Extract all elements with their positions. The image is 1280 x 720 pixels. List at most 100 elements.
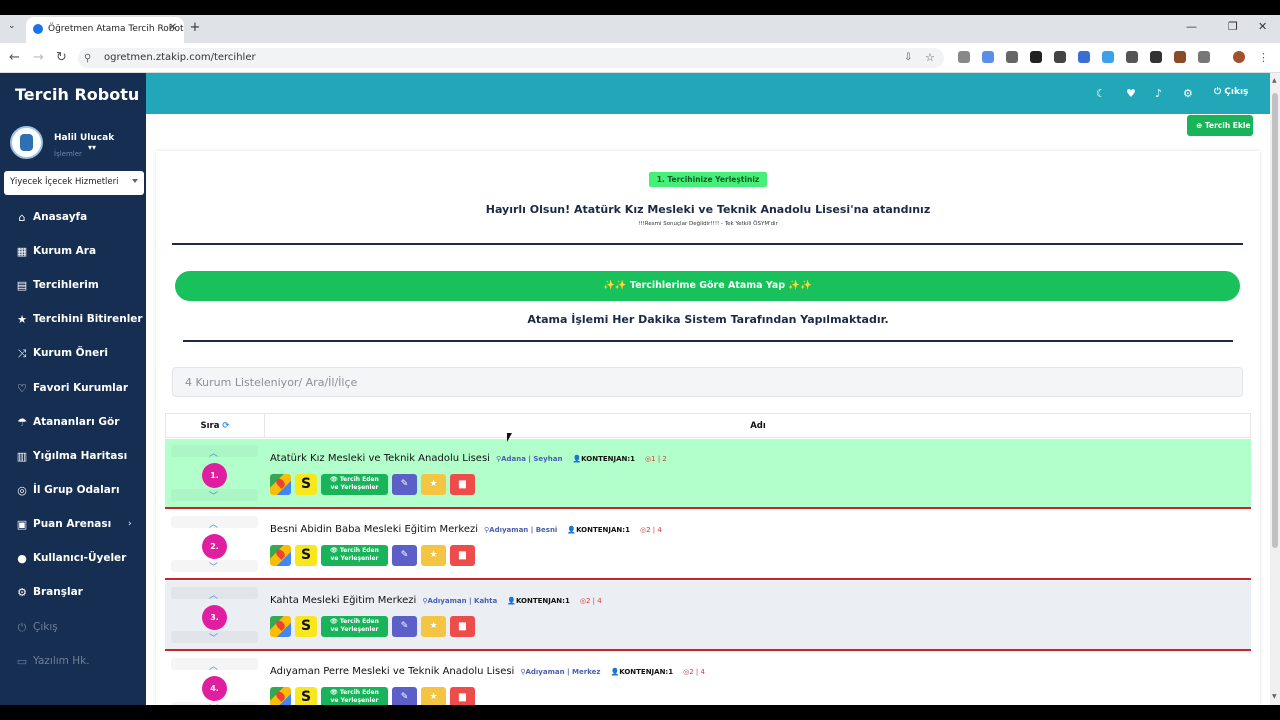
forward-icon[interactable]: →: [33, 50, 44, 65]
delete-button[interactable]: ▆: [450, 545, 475, 566]
sidebar-item-tercihini-bitirenler[interactable]: ★ Tercihini Bitirenler: [0, 306, 146, 336]
move-down-icon[interactable]: ﹀: [209, 489, 218, 502]
new-tab-icon[interactable]: +: [188, 21, 202, 35]
gear-icon[interactable]: ⚙: [1183, 87, 1193, 100]
heart-icon[interactable]: ♥: [1126, 87, 1136, 100]
scroll-up-icon[interactable]: ▲: [1272, 77, 1277, 84]
sidebar-item-anasayfa[interactable]: ⌂ Anasayfa: [0, 204, 146, 234]
extension-icon[interactable]: [1006, 51, 1018, 63]
extension-icon[interactable]: [1054, 51, 1066, 63]
back-icon[interactable]: ←: [9, 50, 20, 65]
sidebar-item-yazılım-hk-[interactable]: ▭ Yazılım Hk.: [0, 648, 146, 678]
delete-button[interactable]: ▆: [450, 616, 475, 637]
site-info-icon[interactable]: ⚲: [84, 53, 91, 64]
scrollbar-thumb[interactable]: [1272, 93, 1278, 548]
institution-name[interactable]: Kahta Mesleki Eğitim Merkezi: [270, 595, 416, 606]
sidebar-item-favori-kurumlar[interactable]: ♡ Favori Kurumlar: [0, 375, 146, 405]
scroll-down-icon[interactable]: ▼: [1272, 693, 1277, 700]
favorite-button[interactable]: ★: [421, 545, 446, 566]
sidebar-item-kurum-ara[interactable]: ▦ Kurum Ara: [0, 238, 146, 268]
extension-icon[interactable]: [982, 51, 994, 63]
extension-icon[interactable]: [1102, 51, 1114, 63]
refresh-icon[interactable]: ⟳: [222, 421, 229, 431]
sidebar-item-kullanıcı-üyeler[interactable]: ● Kullanıcı-Üyeler: [0, 545, 146, 575]
google-maps-button[interactable]: [270, 687, 291, 705]
favorite-button[interactable]: ★: [421, 616, 446, 637]
institution-name[interactable]: Besni Abidin Baba Mesleki Eğitim Merkezi: [270, 524, 478, 535]
divider: [172, 243, 1243, 245]
move-up-icon[interactable]: ︿: [209, 659, 218, 672]
logout-button[interactable]: ⏻ Çıkış: [1214, 87, 1248, 97]
edit-button[interactable]: ✎: [392, 687, 417, 705]
sidebar-item-kurum-öneri[interactable]: ⤨ Kurum Öneri: [0, 340, 146, 370]
run-assignment-label: Tercihlerime Göre Atama Yap: [629, 280, 786, 291]
avatar[interactable]: [10, 126, 43, 159]
preferers-button[interactable]: 👁 Tercih Eden ve Yerleşenler: [321, 687, 388, 705]
search-input[interactable]: 4 Kurum Listeleniyor/ Ara/İl/İlçe: [172, 367, 1243, 397]
user-name[interactable]: Halil Ulucak: [54, 133, 114, 143]
preferers-button[interactable]: 👁 Tercih Eden ve Yerleşenler: [321, 616, 388, 637]
google-maps-button[interactable]: [270, 474, 291, 495]
location-label: ⚲Adıyaman | Besni: [484, 526, 558, 534]
extension-icon[interactable]: [1078, 51, 1090, 63]
sidebar-item-çıkış[interactable]: ⏻ Çıkış: [0, 614, 146, 644]
sidebar-item-yığılma-haritası[interactable]: ▥ Yığılma Haritası: [0, 443, 146, 473]
sidebar-item-label: Anasayfa: [33, 211, 88, 223]
install-app-icon[interactable]: ⇩: [904, 52, 912, 63]
sidebar-item-puan-arenası[interactable]: ▣ Puan Arenası ›: [0, 511, 146, 541]
google-maps-button[interactable]: [270, 545, 291, 566]
sidebar-item-atananları-gör[interactable]: ☂ Atananları Gör: [0, 409, 146, 439]
google-maps-button[interactable]: [270, 616, 291, 637]
extension-icon[interactable]: [1030, 51, 1042, 63]
extension-icon[interactable]: [1174, 51, 1186, 63]
run-assignment-button[interactable]: ✨✨ Tercihlerime Göre Atama Yap ✨✨: [175, 271, 1240, 301]
extension-icon[interactable]: [1150, 51, 1162, 63]
bookmark-star-icon[interactable]: ☆: [925, 51, 935, 64]
reload-icon[interactable]: ↻: [56, 50, 67, 65]
url-input[interactable]: ogretmen.ztakip.com/tercihler: [78, 48, 944, 68]
favorite-button[interactable]: ★: [421, 474, 446, 495]
sidebar-item-i-l-grup-odaları[interactable]: ◎ İl Grup Odaları: [0, 477, 146, 507]
delete-button[interactable]: ▆: [450, 687, 475, 705]
minimize-icon[interactable]: —: [1186, 20, 1197, 33]
edit-button[interactable]: ✎: [392, 545, 417, 566]
s-button[interactable]: S: [295, 616, 317, 637]
move-up-icon[interactable]: ︿: [209, 446, 218, 459]
extensions-puzzle-icon[interactable]: [1198, 51, 1210, 63]
browser-tab[interactable]: Öğretmen Atama Tercih Robotu ✕: [26, 17, 184, 43]
maximize-icon[interactable]: ❐: [1228, 20, 1238, 33]
s-button[interactable]: S: [295, 474, 317, 495]
column-order-header[interactable]: Sıra ⟳: [166, 414, 265, 437]
move-up-icon[interactable]: ︿: [209, 588, 218, 601]
move-down-icon[interactable]: ﹀: [209, 631, 218, 644]
s-button[interactable]: S: [295, 687, 317, 705]
s-button[interactable]: S: [295, 545, 317, 566]
user-menu-caret-icon[interactable]: ▾▾: [88, 143, 96, 152]
add-preference-button[interactable]: ⊕ Tercih Ekle: [1187, 115, 1253, 136]
institution-name[interactable]: Atatürk Kız Mesleki ve Teknik Anadolu Li…: [270, 453, 490, 464]
delete-button[interactable]: ▆: [450, 474, 475, 495]
page-scrollbar[interactable]: ▲ ▼: [1270, 73, 1280, 705]
browser-menu-icon[interactable]: ⋮: [1258, 51, 1269, 64]
close-window-icon[interactable]: ✕: [1258, 20, 1267, 33]
edit-button[interactable]: ✎: [392, 616, 417, 637]
profile-avatar[interactable]: [1233, 51, 1245, 63]
preferers-button[interactable]: 👁 Tercih Eden ve Yerleşenler: [321, 545, 388, 566]
preferers-button[interactable]: 👁 Tercih Eden ve Yerleşenler: [321, 474, 388, 495]
extension-icon[interactable]: [958, 51, 970, 63]
institution-name[interactable]: Adıyaman Perre Mesleki ve Teknik Anadolu…: [270, 666, 514, 677]
sidebar-item-branşlar[interactable]: ⚙ Branşlar: [0, 579, 146, 609]
bell-icon[interactable]: ♪: [1155, 87, 1162, 100]
favorite-button[interactable]: ★: [421, 687, 446, 705]
moon-icon[interactable]: ☾: [1096, 87, 1106, 100]
branch-select[interactable]: Yiyecek İçecek Hizmetleri: [4, 171, 144, 195]
tab-list-icon[interactable]: ⌄: [8, 21, 16, 31]
extension-icon[interactable]: [1126, 51, 1138, 63]
close-tab-icon[interactable]: ✕: [169, 22, 177, 33]
sidebar-item-label: İl Grup Odaları: [33, 484, 120, 496]
edit-button[interactable]: ✎: [392, 474, 417, 495]
move-up-icon[interactable]: ︿: [209, 517, 218, 530]
move-down-icon[interactable]: ﹀: [209, 560, 218, 573]
brand-title[interactable]: Tercih Robotu: [15, 85, 139, 104]
sidebar-item-tercihlerim[interactable]: ▤ Tercihlerim: [0, 272, 146, 302]
